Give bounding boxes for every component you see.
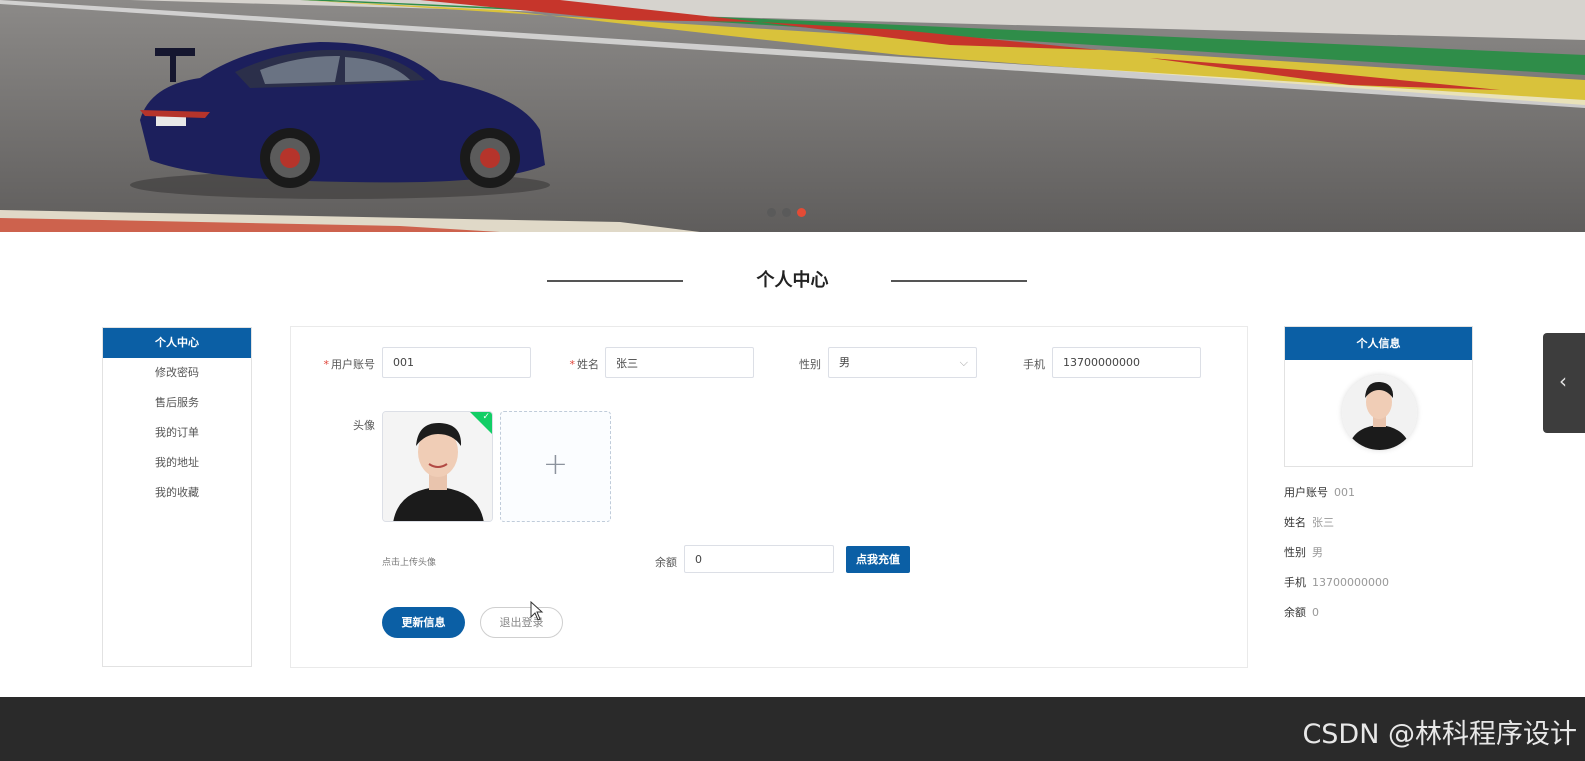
info-value: 张三 [1312, 516, 1334, 529]
carousel-dot[interactable] [782, 208, 791, 217]
info-label: 姓名 [1284, 516, 1306, 529]
gender-selected-value: 男 [839, 356, 850, 369]
carousel-dot[interactable] [767, 208, 776, 217]
chevron-left-icon: ‹ [1559, 369, 1567, 393]
chevron-down-icon: ⌵ [959, 356, 968, 369]
check-icon: ✓ [482, 412, 490, 422]
mouse-cursor-icon [530, 601, 544, 621]
balance-input[interactable] [684, 545, 834, 573]
info-row-balance: 余额 0 [1284, 604, 1319, 620]
avatar [1342, 375, 1417, 450]
sidebar-item-favorites[interactable]: 我的收藏 [103, 478, 251, 508]
logout-button[interactable]: 退出登录 [480, 607, 563, 638]
hero-banner [0, 0, 1585, 232]
update-info-button[interactable]: 更新信息 [382, 607, 465, 638]
gender-label: 性别 [799, 358, 821, 371]
name-input[interactable] [605, 347, 754, 378]
profile-form: *用户账号 *姓名 性别 男 ⌵ 手机 头像 ✓ + 点击上传头像 余额 点我充… [290, 326, 1248, 668]
info-row-name: 姓名 张三 [1284, 514, 1334, 530]
sidebar-item-change-password[interactable]: 修改密码 [103, 358, 251, 388]
sidebar-item-after-sales[interactable]: 售后服务 [103, 388, 251, 418]
banner-car-image [0, 0, 1585, 232]
carousel-dot-active[interactable] [797, 208, 806, 217]
avatar-label: 头像 [353, 419, 375, 432]
info-row-account: 用户账号 001 [1284, 484, 1355, 500]
required-mark: * [569, 358, 576, 371]
sidebar-menu: 个人中心 修改密码 售后服务 我的订单 我的地址 我的收藏 [102, 327, 252, 667]
account-input[interactable] [382, 347, 531, 378]
avatar-preview[interactable]: ✓ [382, 411, 493, 522]
name-label-text: 姓名 [577, 358, 599, 371]
info-value: 0 [1312, 606, 1319, 619]
balance-label: 余额 [655, 556, 677, 569]
upload-avatar-button[interactable]: + [500, 411, 611, 522]
page-title: 个人中心 [756, 270, 829, 291]
name-label: * 姓名 [561, 356, 600, 372]
watermark: CSDN @林科程序设计 [1302, 719, 1577, 750]
info-card-title: 个人信息 [1285, 327, 1472, 360]
title-divider-right [891, 280, 1027, 282]
carousel-indicators [767, 208, 806, 217]
info-value: 001 [1334, 486, 1355, 499]
account-label-text: 用户账号 [331, 358, 375, 371]
required-mark: * [323, 358, 330, 371]
info-label: 手机 [1284, 576, 1306, 589]
side-drawer-toggle[interactable]: ‹ [1543, 333, 1585, 433]
info-row-phone: 手机 13700000000 [1284, 574, 1389, 590]
info-value: 男 [1312, 546, 1323, 559]
profile-info-card: 个人信息 [1284, 326, 1473, 467]
upload-hint: 点击上传头像 [382, 558, 437, 568]
recharge-button[interactable]: 点我充值 [846, 546, 910, 573]
info-label: 余额 [1284, 606, 1306, 619]
info-row-gender: 性别男 [1284, 544, 1323, 560]
sidebar-item-addresses[interactable]: 我的地址 [103, 448, 251, 478]
plus-icon: + [542, 447, 569, 482]
gender-select[interactable]: 男 ⌵ [828, 347, 977, 378]
sidebar-item-orders[interactable]: 我的订单 [103, 418, 251, 448]
account-label: * 用户账号 [321, 356, 376, 372]
phone-input[interactable] [1052, 347, 1201, 378]
avatar-image [1342, 375, 1417, 450]
info-label: 性别 [1284, 546, 1306, 559]
info-value: 13700000000 [1312, 576, 1389, 589]
info-label: 用户账号 [1284, 486, 1328, 499]
sidebar-item-profile[interactable]: 个人中心 [103, 328, 251, 358]
phone-label: 手机 [1023, 358, 1045, 371]
